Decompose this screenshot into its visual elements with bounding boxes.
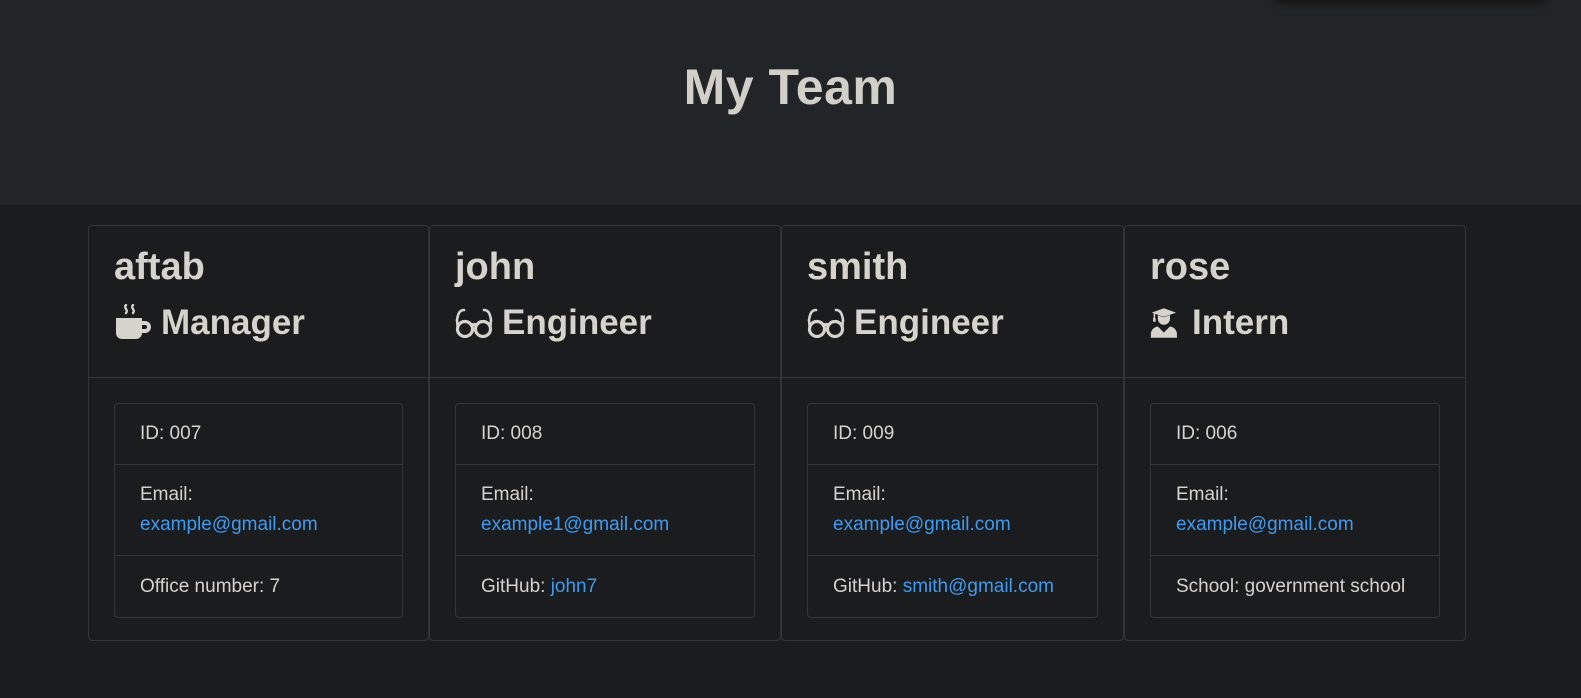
card-header: john Engineer [430, 226, 780, 378]
role-label: Intern [1192, 303, 1290, 342]
school-item: School: government school [1151, 556, 1439, 617]
card-header: aftab Manager [89, 226, 428, 378]
id-item: ID: 009 [808, 404, 1097, 465]
graduate-icon [1150, 308, 1177, 338]
email-label: Email: [833, 484, 886, 505]
page-title: My Team [683, 58, 898, 115]
card-body: ID: 009 Email: example@gmail.com GitHub:… [782, 378, 1123, 618]
employee-role: Manager [114, 302, 403, 344]
email-item: Email: example@gmail.com [808, 465, 1097, 556]
card-body: ID: 008 Email: example1@gmail.com GitHub… [430, 378, 780, 618]
info-list: ID: 009 Email: example@gmail.com GitHub:… [807, 403, 1098, 618]
email-link[interactable]: example@gmail.com [1176, 510, 1354, 540]
team-cards-row: aftab Manager ID: 007 Email: example@gma… [88, 225, 1466, 641]
info-list: ID: 006 Email: example@gmail.com School:… [1150, 403, 1440, 618]
role-label: Engineer [502, 303, 652, 342]
github-item: GitHub: john7 [456, 556, 754, 617]
id-text: ID: 006 [1176, 423, 1238, 444]
card-header: rose Intern [1125, 226, 1465, 378]
email-label: Email: [481, 484, 534, 505]
role-label: Manager [161, 303, 305, 342]
email-link[interactable]: example@gmail.com [140, 510, 318, 540]
employee-name: john [455, 246, 536, 288]
card-header: smith Engineer [782, 226, 1123, 378]
office-number-text: Office number: 7 [140, 575, 281, 597]
email-item: Email: example@gmail.com [115, 465, 402, 556]
email-link[interactable]: example@gmail.com [833, 510, 1011, 540]
header-jumbotron: My Team [0, 0, 1581, 205]
email-item: Email: example@gmail.com [1151, 465, 1439, 556]
info-list: ID: 007 Email: example@gmail.com Office … [114, 403, 403, 618]
id-item: ID: 007 [115, 404, 402, 465]
employee-card-intern: rose Intern ID: 006 Email: example@gmail… [1124, 225, 1466, 641]
github-item: GitHub: smith@gmail.com [808, 556, 1097, 617]
office-number-item: Office number: 7 [115, 556, 402, 617]
email-label: Email: [1176, 484, 1229, 505]
github-link[interactable]: smith@gmail.com [903, 576, 1054, 598]
github-link[interactable]: john7 [551, 576, 598, 598]
coffee-cup-icon [116, 304, 151, 339]
id-text: ID: 009 [833, 423, 895, 444]
glasses-icon [455, 308, 493, 339]
employee-card-manager: aftab Manager ID: 007 Email: example@gma… [88, 225, 429, 641]
glasses-icon [807, 308, 845, 339]
github-label: GitHub: [833, 575, 903, 597]
id-text: ID: 008 [481, 423, 543, 444]
employee-name: rose [1150, 246, 1231, 288]
email-link[interactable]: example1@gmail.com [481, 510, 669, 540]
card-body: ID: 007 Email: example@gmail.com Office … [89, 378, 428, 618]
employee-role: Engineer [807, 302, 1098, 344]
employee-role: Engineer [455, 302, 755, 344]
card-body: ID: 006 Email: example@gmail.com School:… [1125, 378, 1465, 618]
employee-name: aftab [114, 246, 205, 288]
id-item: ID: 008 [456, 404, 754, 465]
employee-role: Intern [1150, 302, 1440, 344]
email-item: Email: example1@gmail.com [456, 465, 754, 556]
employee-name: smith [807, 246, 909, 288]
employee-card-engineer: smith Engineer ID: 009 Email: example@gm… [781, 225, 1124, 641]
role-label: Engineer [854, 303, 1004, 342]
email-label: Email: [140, 484, 193, 505]
github-label: GitHub: [481, 575, 551, 597]
info-list: ID: 008 Email: example1@gmail.com GitHub… [455, 403, 755, 618]
id-item: ID: 006 [1151, 404, 1439, 465]
school-text: School: government school [1176, 575, 1406, 597]
id-text: ID: 007 [140, 423, 202, 444]
employee-card-engineer: john Engineer ID: 008 Email: example1@gm… [429, 225, 781, 641]
